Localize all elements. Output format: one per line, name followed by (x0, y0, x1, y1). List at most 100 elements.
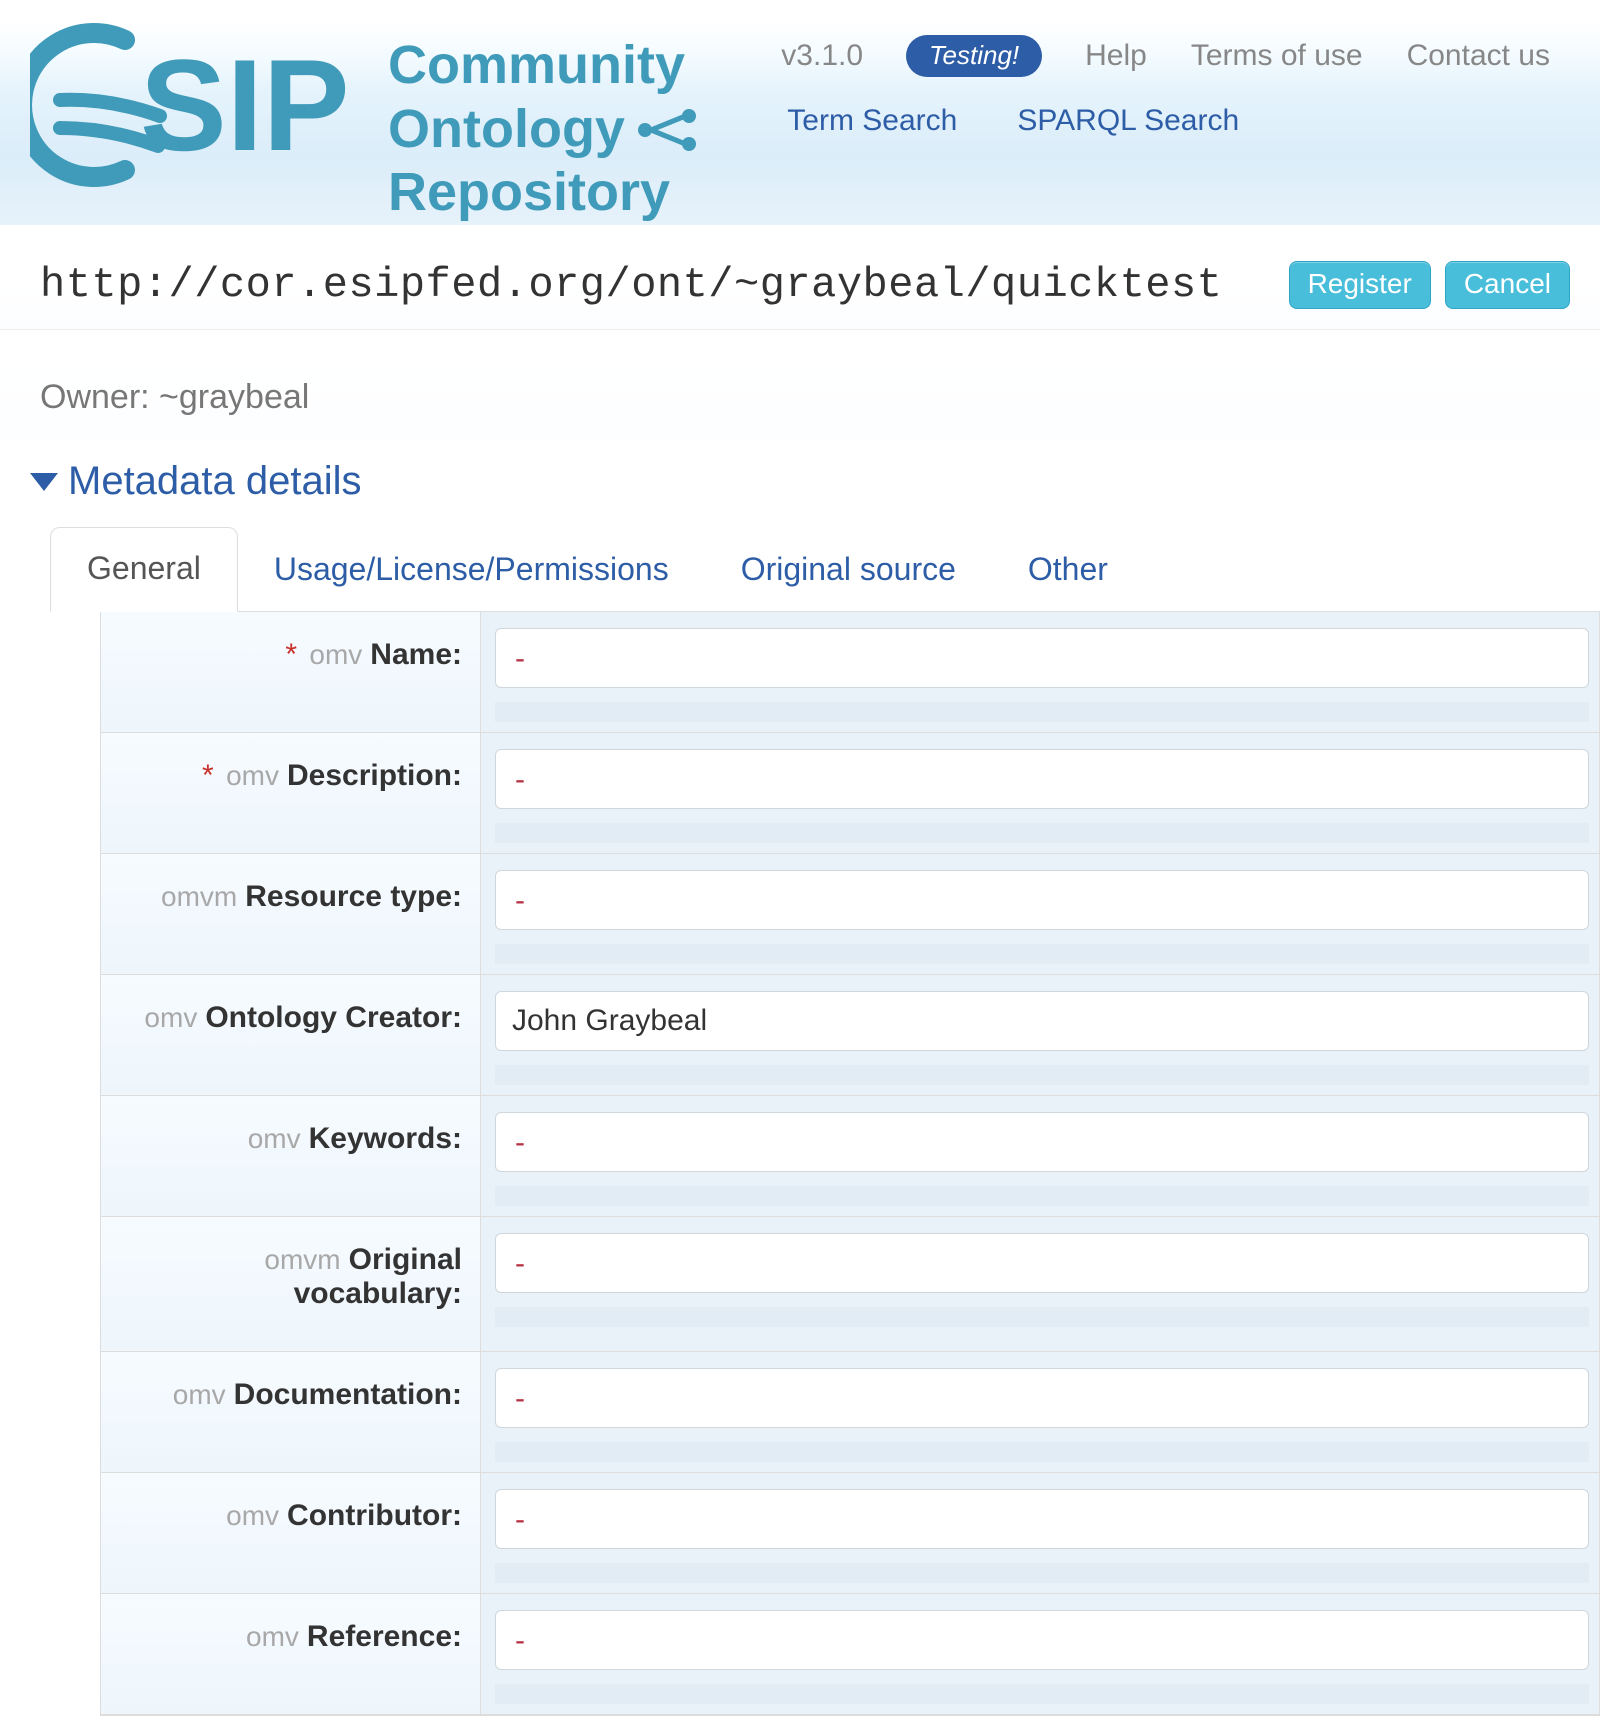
form-row: * omv Name:- (101, 612, 1599, 733)
owner-value: ~graybeal (159, 378, 309, 416)
tab-usage[interactable]: Usage/License/Permissions (238, 529, 705, 612)
testing-badge: Testing! (907, 36, 1041, 76)
value-underbar (495, 823, 1589, 843)
required-asterisk: * (202, 759, 214, 792)
header-right: v3.1.0 Testing! Help Terms of use Contac… (781, 20, 1560, 138)
form-row: * omv Description:- (101, 733, 1599, 854)
brand-line2: Ontology (388, 98, 625, 162)
tabs-wrap: General Usage/License/Permissions Origin… (0, 526, 1600, 1716)
register-button[interactable]: Register (1289, 261, 1431, 309)
ontology-graph-icon (635, 108, 699, 152)
section-title: Metadata details (68, 459, 362, 504)
field-label: * omv Name: (101, 612, 481, 732)
field-input[interactable] (495, 1368, 1589, 1428)
owner-label: Owner: (40, 378, 159, 416)
value-underbar (495, 1442, 1589, 1462)
field-value-cell: - (481, 1096, 1599, 1216)
field-namespace: omv (248, 1123, 301, 1154)
sparql-search-link[interactable]: SPARQL Search (1017, 104, 1239, 138)
field-label: omvmOriginal vocabulary: (101, 1217, 481, 1351)
field-input[interactable] (495, 1610, 1589, 1670)
field-input[interactable] (495, 1489, 1589, 1549)
field-value-cell: - (481, 1217, 1599, 1351)
esip-logo: SIP (30, 20, 370, 190)
field-input[interactable] (495, 991, 1589, 1051)
form-row: omv Reference:- (101, 1594, 1599, 1715)
field-label: omv Contributor: (101, 1473, 481, 1593)
form-row: omvm Resource type:- (101, 854, 1599, 975)
field-namespace: omvm (161, 881, 237, 912)
caret-down-icon (30, 473, 58, 491)
field-namespace: omv (226, 760, 279, 791)
top-links: v3.1.0 Testing! Help Terms of use Contac… (781, 36, 1550, 76)
field-namespace: omv (246, 1621, 299, 1652)
value-underbar (495, 1186, 1589, 1206)
help-link[interactable]: Help (1085, 39, 1147, 73)
value-underbar (495, 1307, 1589, 1327)
field-value-cell: - (481, 1473, 1599, 1593)
brand-title: Community Ontology Repository (388, 20, 699, 225)
field-name: Name: (370, 638, 462, 671)
required-asterisk: * (285, 638, 297, 671)
field-value-cell: - (481, 733, 1599, 853)
field-name: Resource type: (245, 880, 462, 913)
value-underbar (495, 1563, 1589, 1583)
value-underbar (495, 1065, 1589, 1085)
field-value-cell: - (481, 1352, 1599, 1472)
form-row: omv Keywords:- (101, 1096, 1599, 1217)
tab-source[interactable]: Original source (705, 529, 992, 612)
field-namespace: omv (144, 1002, 197, 1033)
brand-line3: Repository (388, 161, 670, 225)
logo-block: SIP Community Ontology Repository (30, 20, 699, 225)
form-table: * omvName:-* omvDescription:-omvmResourc… (100, 612, 1600, 1716)
field-name: Ontology Creator: (205, 1001, 462, 1034)
field-name: Description: (287, 759, 462, 792)
tab-other[interactable]: Other (992, 529, 1144, 612)
field-namespace: omv (309, 639, 362, 670)
svg-text:SIP: SIP (140, 32, 350, 178)
field-input[interactable] (495, 749, 1589, 809)
version-label: v3.1.0 (781, 39, 863, 73)
form-row: omv Contributor:- (101, 1473, 1599, 1594)
form-row: omvmOriginal vocabulary:- (101, 1217, 1599, 1352)
metadata-details-toggle[interactable]: Metadata details (0, 439, 1600, 526)
terms-link[interactable]: Terms of use (1191, 39, 1363, 73)
field-input[interactable] (495, 1233, 1589, 1293)
field-label: omvm Resource type: (101, 854, 481, 974)
value-underbar (495, 1684, 1589, 1704)
header: SIP Community Ontology Repository v3.1.0… (0, 0, 1600, 225)
field-namespace: omv (173, 1379, 226, 1410)
value-underbar (495, 702, 1589, 722)
field-label: omv Ontology Creator: (101, 975, 481, 1095)
field-name: Keywords: (309, 1122, 462, 1155)
field-value-cell: - (481, 612, 1599, 732)
field-value-cell (481, 975, 1599, 1095)
url-row: http://cor.esipfed.org/ont/~graybeal/qui… (0, 225, 1600, 330)
value-underbar (495, 944, 1589, 964)
sub-links: Term Search SPARQL Search (781, 104, 1239, 138)
cancel-button[interactable]: Cancel (1445, 261, 1570, 309)
field-value-cell: - (481, 1594, 1599, 1714)
field-name: Reference: (307, 1620, 462, 1653)
tab-general[interactable]: General (50, 527, 238, 612)
field-value-cell: - (481, 854, 1599, 974)
brand-line1: Community (388, 34, 685, 98)
tabs: General Usage/License/Permissions Origin… (50, 526, 1600, 612)
ontology-url: http://cor.esipfed.org/ont/~graybeal/qui… (40, 261, 1222, 309)
field-label: omv Keywords: (101, 1096, 481, 1216)
field-namespace: omvm (264, 1244, 340, 1275)
form-row: omv Documentation:- (101, 1352, 1599, 1473)
term-search-link[interactable]: Term Search (787, 104, 957, 138)
field-label: omv Documentation: (101, 1352, 481, 1472)
field-input[interactable] (495, 870, 1589, 930)
field-name: Contributor: (287, 1499, 462, 1532)
form-row: omv Ontology Creator: (101, 975, 1599, 1096)
field-name: Documentation: (234, 1378, 462, 1411)
field-namespace: omv (226, 1500, 279, 1531)
contact-link[interactable]: Contact us (1407, 39, 1550, 73)
field-input[interactable] (495, 1112, 1589, 1172)
field-input[interactable] (495, 628, 1589, 688)
owner-row: Owner: ~graybeal (0, 330, 1600, 439)
field-label: omv Reference: (101, 1594, 481, 1714)
field-label: * omv Description: (101, 733, 481, 853)
